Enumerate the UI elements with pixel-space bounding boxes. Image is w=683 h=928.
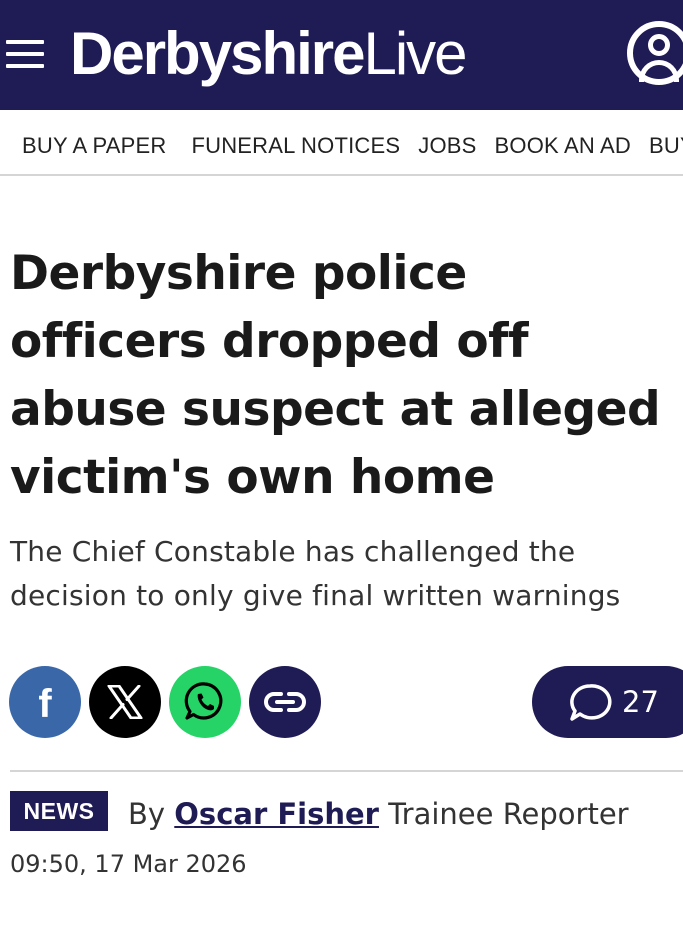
copy-link-button[interactable]: [249, 666, 321, 738]
nav-item-buy-a-paper[interactable]: BUY A PAPER: [0, 110, 175, 174]
x-share-button[interactable]: [89, 666, 161, 738]
whatsapp-icon: [184, 682, 223, 720]
facebook-icon: f: [38, 682, 52, 726]
byline-divider: [10, 770, 683, 772]
author-role: Trainee Reporter: [388, 797, 629, 831]
comments-count: 27: [622, 685, 659, 719]
x-icon: [107, 685, 143, 719]
nav-item-buy[interactable]: BUY: [640, 110, 683, 174]
article-standfirst: The Chief Constable has challenged the d…: [10, 535, 621, 612]
logo-sub-text: Live: [363, 20, 467, 87]
byline-prefix: By: [128, 797, 166, 831]
site-logo[interactable]: DerbyshireLive: [70, 14, 468, 94]
author-link[interactable]: Oscar Fisher: [174, 797, 379, 831]
nav-item-funeral-notices[interactable]: FUNERAL NOTICES: [175, 110, 409, 174]
category-badge[interactable]: NEWS: [10, 791, 108, 831]
top-navigation: BUY A PAPER FUNERAL NOTICES JOBS BOOK AN AD…: [0, 110, 683, 176]
site-header: DerbyshireLive: [0, 0, 683, 110]
link-icon: [264, 692, 306, 712]
hamburger-menu-icon[interactable]: [6, 40, 46, 70]
publish-timestamp: 09:50, 17 Mar 2026: [10, 850, 247, 878]
nav-item-jobs[interactable]: JOBS: [409, 110, 485, 174]
nav-item-book-an-ad[interactable]: BOOK AN AD: [486, 110, 641, 174]
byline: By Oscar Fisher Trainee Reporter: [128, 795, 629, 833]
comments-button[interactable]: 27: [532, 666, 683, 738]
user-account-icon[interactable]: [627, 21, 683, 85]
comment-bubble-icon: [570, 684, 612, 721]
article-headline: Derbyshire police officers dropped off a…: [10, 246, 661, 505]
logo-main-text: Derbyshire: [70, 20, 365, 87]
whatsapp-share-button[interactable]: [169, 666, 241, 738]
facebook-share-button[interactable]: f: [9, 666, 81, 738]
